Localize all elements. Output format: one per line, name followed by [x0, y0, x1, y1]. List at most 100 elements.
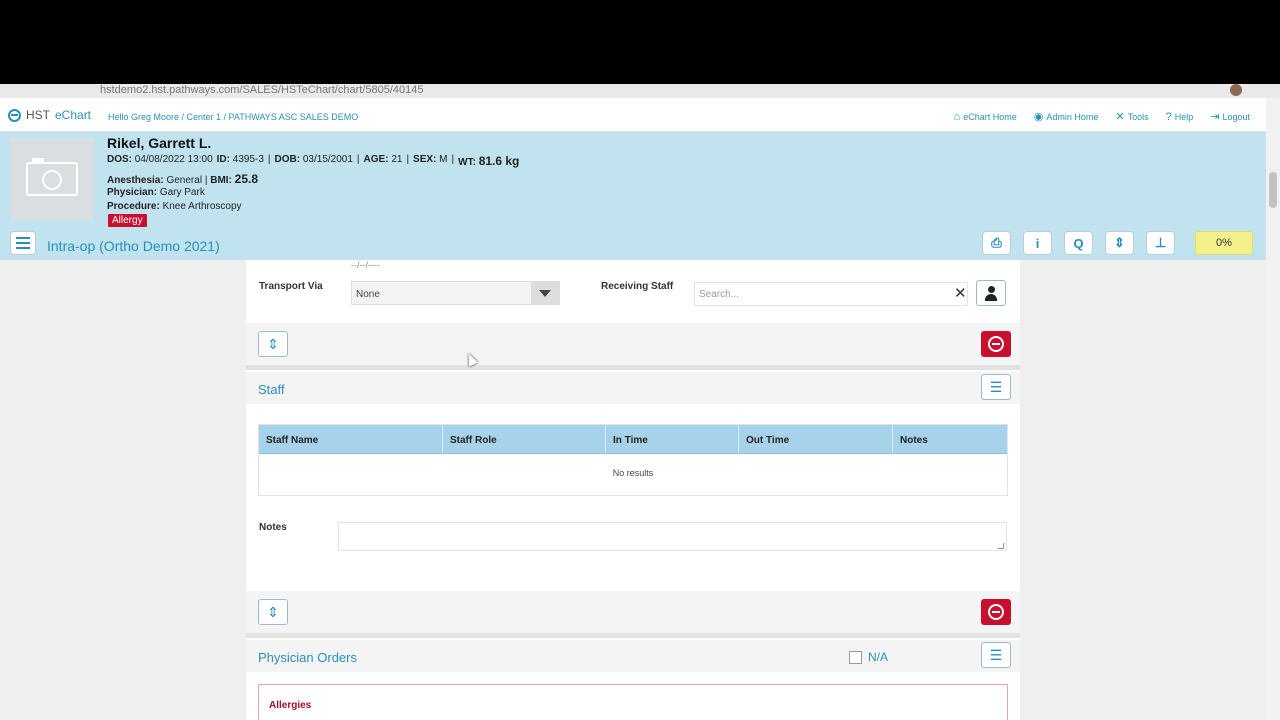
browser-profile-avatar[interactable]: [1230, 84, 1242, 96]
sliders-icon: ☰: [989, 646, 1003, 663]
app-logo[interactable]: HST eChart: [8, 108, 91, 122]
dob-value: 03/15/2001: [302, 154, 353, 165]
heartbeat-logo-icon: [8, 108, 21, 122]
tools-icon: ✕: [1115, 111, 1125, 123]
staff-remove-button[interactable]: [981, 599, 1011, 625]
procedure-value: Knee Arthroscopy: [162, 201, 242, 212]
camera-icon: [26, 158, 78, 196]
anesthesia-value: General: [166, 175, 203, 186]
anesthesia-label: Anesthesia:: [107, 175, 164, 186]
search-icon: Q: [1073, 235, 1084, 251]
browser-url[interactable]: hstdemo2.hst.pathways.com/SALES/HSTeChar…: [100, 84, 423, 96]
dos-value: 04/08/2022 13:00: [134, 154, 213, 165]
receiving-staff-search-input[interactable]: [694, 282, 968, 306]
search-button[interactable]: Q: [1064, 231, 1093, 255]
sex-label: SEX:: [413, 154, 437, 165]
pin-button[interactable]: ⊥: [1146, 231, 1175, 255]
staff-lookup-button[interactable]: [976, 280, 1006, 306]
nav-echart-home[interactable]: ⌂ eChart Home: [954, 110, 1017, 123]
anesthesia-row: Anesthesia: General | BMI: 25.8: [107, 172, 258, 186]
collapse-icon: ⇕: [267, 603, 279, 620]
na-checkbox[interactable]: [849, 651, 862, 664]
section-divider: [246, 365, 1020, 370]
hamburger-menu-button[interactable]: [10, 231, 36, 255]
staff-notes-label: Notes: [259, 522, 287, 533]
sex-value: M: [439, 154, 448, 165]
column-header-notes[interactable]: Notes: [893, 425, 1007, 453]
patient-demographics: DOS: 04/08/2022 13:00 ID: 4395-3 | DOB: …: [107, 154, 519, 168]
separator: |: [406, 154, 410, 165]
age-label: AGE:: [363, 154, 389, 165]
transfer-collapse-button[interactable]: ⇕: [258, 331, 288, 357]
info-button[interactable]: i: [1023, 231, 1052, 255]
procedure-row: Procedure: Knee Arthroscopy: [107, 201, 242, 212]
chart-progress-button[interactable]: 0%: [1195, 231, 1253, 255]
collapse-icon: ⇕: [1114, 235, 1125, 250]
remove-icon: [988, 604, 1004, 620]
staff-table-empty-message: No results: [612, 468, 654, 478]
column-header-staff-role[interactable]: Staff Role: [443, 425, 606, 453]
age-value: 21: [391, 154, 403, 165]
help-icon: ?: [1165, 110, 1172, 123]
nav-tools[interactable]: ✕ Tools: [1115, 110, 1148, 123]
logout-icon: ⇥: [1210, 111, 1220, 123]
staff-section-footer: ⇕: [246, 591, 1020, 633]
bmi-label: BMI:: [210, 175, 232, 186]
column-header-in-time[interactable]: In Time: [606, 425, 739, 453]
transfer-remove-button[interactable]: [981, 331, 1011, 357]
staff-section-title: Staff: [258, 382, 285, 397]
nav-admin-home[interactable]: ◉ Admin Home: [1034, 110, 1099, 123]
dob-label: DOB:: [274, 154, 301, 165]
chart-content: --/--/---- Transport Via None Receiving …: [0, 260, 1266, 720]
separator: |: [204, 175, 208, 186]
wt-label: WT:: [458, 157, 476, 168]
physician-orders-title: Physician Orders: [258, 650, 357, 665]
physician-row: Physician: Gary Park: [107, 187, 205, 198]
transport-via-value: None: [356, 289, 380, 300]
nav-logout[interactable]: ⇥ Logout: [1210, 110, 1250, 123]
clear-search-icon[interactable]: ✕: [954, 284, 967, 302]
patient-banner: Rikel, Garrett L. DOS: 04/08/2022 13:00 …: [0, 132, 1266, 260]
receiving-staff-label: Receiving Staff: [601, 281, 674, 292]
allergy-badge[interactable]: Allergy: [108, 214, 147, 227]
nav-label: Admin Home: [1046, 111, 1099, 122]
column-header-staff-name[interactable]: Staff Name: [259, 425, 443, 453]
page-scrollbar[interactable]: [1266, 98, 1280, 720]
id-value: 4395-3: [232, 154, 264, 165]
patient-photo[interactable]: [10, 138, 94, 220]
print-button[interactable]: ⎙: [982, 231, 1011, 255]
staff-collapse-button[interactable]: ⇕: [258, 599, 288, 625]
person-icon: [987, 286, 995, 293]
nav-label: Logout: [1222, 111, 1250, 122]
date-field-placeholder[interactable]: --/--/----: [351, 260, 380, 270]
admin-icon: ◉: [1033, 111, 1044, 123]
logo-echart-text: eChart: [55, 108, 92, 122]
resize-handle-icon[interactable]: [997, 543, 1005, 549]
app-header: HST eChart Hello Greg Moore / Center 1 /…: [0, 98, 1280, 132]
collapse-icon: ⇕: [267, 335, 279, 352]
staff-notes-textarea[interactable]: [338, 522, 1007, 551]
staff-table: Staff Name Staff Role In Time Out Time N…: [258, 424, 1008, 496]
nav-help[interactable]: ? Help: [1166, 110, 1194, 123]
dos-label: DOS:: [107, 154, 132, 165]
separator: |: [356, 154, 360, 165]
case-title: Intra-op (Ortho Demo 2021): [47, 238, 220, 254]
physician-orders-header: Physician Orders ☰: [246, 640, 1020, 672]
allergies-box: Allergies: [258, 684, 1008, 720]
orders-settings-button[interactable]: ☰: [981, 642, 1011, 668]
separator: |: [267, 154, 271, 165]
staff-settings-button[interactable]: ☰: [981, 374, 1011, 400]
sliders-icon: ☰: [989, 378, 1003, 395]
column-header-out-time[interactable]: Out Time: [739, 425, 893, 453]
id-label: ID:: [216, 154, 230, 165]
section-divider: [246, 633, 1020, 638]
collapse-all-button[interactable]: ⇕: [1105, 231, 1134, 255]
logo-hst-text: HST: [26, 108, 50, 122]
na-checkbox-label[interactable]: N/A: [868, 650, 888, 664]
staff-section-header: Staff ☰: [246, 372, 1020, 404]
transport-via-select[interactable]: None: [351, 281, 560, 305]
scrollbar-thumb[interactable]: [1269, 172, 1277, 208]
allergies-title: Allergies: [269, 700, 312, 711]
physician-value: Gary Park: [159, 187, 205, 198]
nav-label: eChart Home: [963, 111, 1017, 122]
